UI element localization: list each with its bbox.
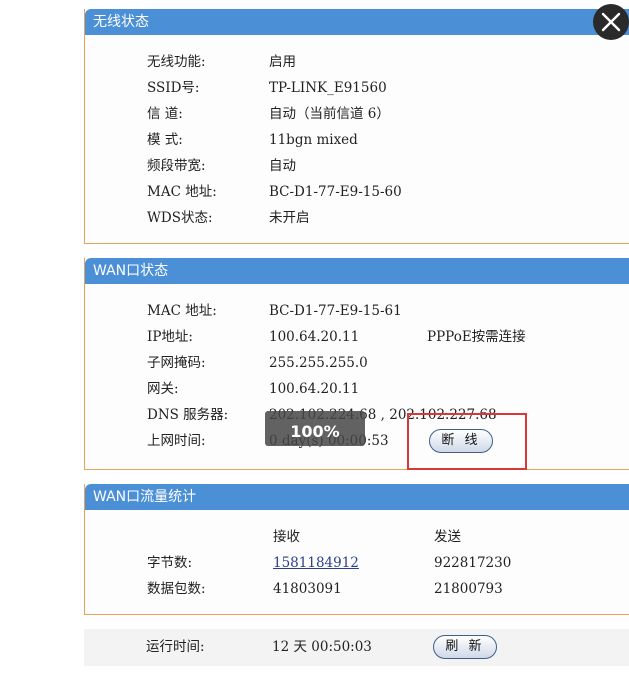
highlight-box bbox=[407, 413, 527, 470]
mode-value: 11bgn mixed bbox=[269, 132, 358, 148]
wireless-function-value: 启用 bbox=[269, 54, 296, 70]
bandwidth-label: 频段带宽: bbox=[147, 158, 206, 174]
wds-status-label: WDS状态: bbox=[147, 210, 213, 226]
wan-mac-label: MAC 地址: bbox=[147, 303, 217, 319]
runtime-label: 运行时间: bbox=[146, 639, 205, 655]
subnet-mask-label: 子网掩码: bbox=[147, 355, 206, 371]
progress-overlay: 100% bbox=[265, 411, 365, 446]
wireless-status-panel: 无线状态 无线功能: 启用 SSID号: TP-LINK_E91560 信 道:… bbox=[84, 9, 629, 244]
dns-server-label: DNS 服务器: bbox=[147, 407, 229, 423]
wireless-function-label: 无线功能: bbox=[147, 54, 206, 70]
close-button[interactable] bbox=[593, 4, 629, 40]
wan-mac-value: BC-D1-77-E9-15-61 bbox=[269, 303, 402, 319]
runtime-value: 12 天 00:50:03 bbox=[272, 639, 372, 655]
channel-value: 自动（当前信道 6） bbox=[269, 106, 390, 122]
close-icon bbox=[601, 12, 621, 32]
ip-address-label: IP地址: bbox=[147, 329, 193, 345]
bytes-sent-value: 922817230 bbox=[434, 555, 512, 571]
wan-traffic-panel: WAN口流量统计 接收 发送 字节数: 1581184912 922817230… bbox=[84, 484, 629, 615]
bandwidth-value: 自动 bbox=[269, 158, 296, 174]
connection-type-value: PPPoE按需连接 bbox=[427, 329, 526, 345]
wan-status-title: WAN口状态 bbox=[85, 258, 629, 284]
packets-label: 数据包数: bbox=[147, 581, 206, 597]
ssid-value: TP-LINK_E91560 bbox=[269, 80, 387, 96]
subnet-mask-value: 255.255.255.0 bbox=[269, 355, 368, 371]
wireless-mac-value: BC-D1-77-E9-15-60 bbox=[269, 184, 402, 200]
ip-address-value: 100.64.20.11 bbox=[269, 329, 360, 345]
bytes-label: 字节数: bbox=[147, 555, 193, 571]
wireless-mac-label: MAC 地址: bbox=[147, 184, 217, 200]
ssid-label: SSID号: bbox=[147, 80, 200, 96]
send-column-header: 发送 bbox=[434, 529, 461, 545]
runtime-bar: 运行时间: 12 天 00:50:03 刷 新 bbox=[84, 629, 629, 666]
wds-status-value: 未开启 bbox=[269, 210, 310, 226]
wan-traffic-title: WAN口流量统计 bbox=[85, 484, 629, 510]
online-time-label: 上网时间: bbox=[147, 433, 206, 449]
receive-column-header: 接收 bbox=[273, 529, 300, 545]
gateway-label: 网关: bbox=[147, 381, 179, 397]
channel-label: 信 道: bbox=[147, 106, 183, 122]
bytes-received-link[interactable]: 1581184912 bbox=[273, 553, 359, 573]
mode-label: 模 式: bbox=[147, 132, 183, 148]
packets-received-value: 41803091 bbox=[273, 581, 342, 597]
gateway-value: 100.64.20.11 bbox=[269, 381, 360, 397]
refresh-button[interactable]: 刷 新 bbox=[433, 635, 497, 659]
wireless-status-title: 无线状态 bbox=[85, 9, 629, 35]
packets-sent-value: 21800793 bbox=[434, 581, 503, 597]
